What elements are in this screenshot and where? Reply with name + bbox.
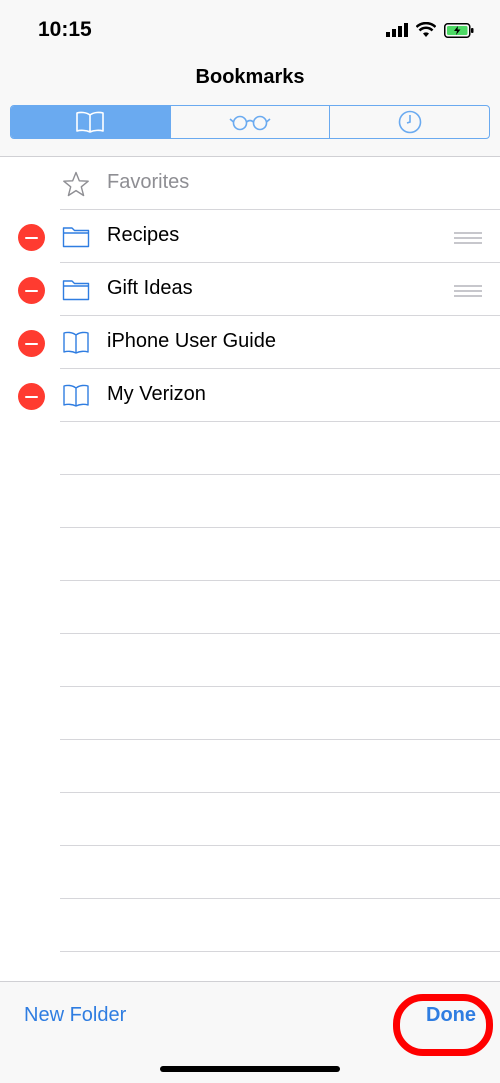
- home-indicator[interactable]: [160, 1066, 340, 1072]
- bookmark-list: Favorites Recipes Gift Ideas iPhone User…: [0, 157, 500, 952]
- bookmark-label: My Verizon: [107, 383, 206, 405]
- folder-icon: [62, 280, 90, 301]
- empty-row: [0, 687, 500, 740]
- tab-reading-list[interactable]: [169, 106, 330, 138]
- minus-icon: [25, 395, 38, 398]
- list-item-favorites[interactable]: Favorites: [0, 157, 500, 210]
- delete-button[interactable]: [18, 330, 45, 357]
- wifi-icon: [416, 22, 436, 37]
- clock-icon: [398, 110, 421, 134]
- minus-icon: [25, 236, 38, 239]
- tab-history[interactable]: [329, 106, 489, 138]
- list-item-gift-ideas[interactable]: Gift Ideas: [0, 263, 500, 316]
- signal-icon: [386, 23, 408, 37]
- empty-row: [0, 581, 500, 634]
- list-item-recipes[interactable]: Recipes: [0, 210, 500, 263]
- bookmark-label: Recipes: [107, 224, 180, 246]
- empty-row: [0, 475, 500, 528]
- highlight-circle: [393, 994, 493, 1056]
- new-folder-button[interactable]: New Folder: [24, 1004, 126, 1027]
- folder-icon: [62, 227, 90, 248]
- segmented-control: [10, 105, 490, 139]
- glasses-icon: [229, 115, 271, 131]
- book-icon: [63, 384, 89, 407]
- tab-bookmarks[interactable]: [11, 106, 170, 138]
- star-icon: [63, 171, 89, 197]
- row-divider: [60, 951, 500, 952]
- bookmark-label: Favorites: [107, 171, 190, 193]
- empty-row: [0, 422, 500, 475]
- status-icons: [386, 20, 474, 40]
- delete-button[interactable]: [18, 224, 45, 251]
- empty-row: [0, 793, 500, 846]
- minus-icon: [25, 289, 38, 292]
- status-time: 10:15: [38, 18, 92, 41]
- book-icon: [63, 331, 89, 354]
- empty-row: [0, 528, 500, 581]
- empty-row: [0, 899, 500, 952]
- battery-icon: [444, 22, 474, 38]
- bookmark-label: Gift Ideas: [107, 277, 193, 299]
- empty-row: [0, 740, 500, 793]
- empty-row: [0, 634, 500, 687]
- minus-icon: [25, 342, 38, 345]
- top-bar: 10:15 Bookmarks: [0, 0, 500, 157]
- reorder-handle-icon[interactable]: [454, 232, 482, 247]
- empty-row: [0, 846, 500, 899]
- list-item-iphone-user-guide[interactable]: iPhone User Guide: [0, 316, 500, 369]
- page-title: Bookmarks: [195, 66, 305, 88]
- delete-button[interactable]: [18, 383, 45, 410]
- delete-button[interactable]: [18, 277, 45, 304]
- bookmark-label: iPhone User Guide: [107, 330, 276, 352]
- list-item-my-verizon[interactable]: My Verizon: [0, 369, 500, 422]
- reorder-handle-icon[interactable]: [454, 285, 482, 300]
- book-icon: [76, 111, 105, 133]
